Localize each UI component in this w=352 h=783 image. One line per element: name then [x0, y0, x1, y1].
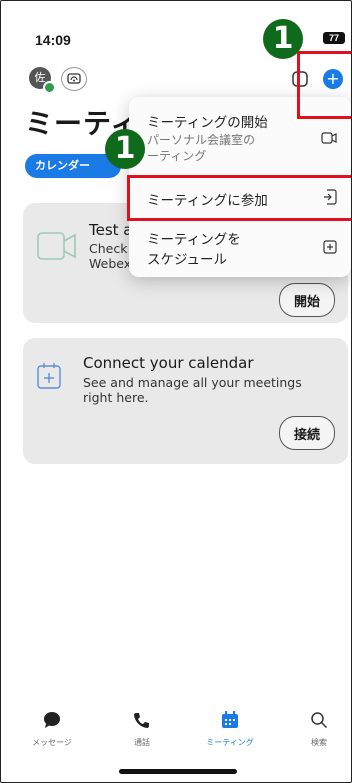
menu-item-label: スケジュール: [147, 252, 228, 268]
tab-bar: メッセージ 通話 ミーティング 検索: [1, 701, 351, 751]
connect-calendar-card: Connect your calendar See and manage all…: [23, 338, 348, 464]
home-indicator: [119, 769, 237, 774]
tab-label: 通話: [134, 738, 150, 747]
search-icon: [311, 712, 328, 729]
highlight-join-item: [127, 175, 351, 221]
add-calendar-icon: [37, 362, 61, 394]
start-button[interactable]: 開始: [279, 283, 335, 317]
card-title: Connect your calendar: [83, 354, 254, 372]
phone-icon: [134, 713, 149, 728]
step-badge: 1: [263, 19, 303, 59]
connect-button[interactable]: 接続: [279, 416, 335, 450]
menu-item-sub: パーソナル会議室の: [147, 133, 256, 147]
menu-item-sub: ーティング: [147, 149, 207, 163]
tab-search[interactable]: 検索: [284, 711, 351, 748]
card-title: Test a: [89, 221, 133, 239]
card-sub-2: right here.: [83, 390, 149, 405]
presence-dot: [43, 81, 56, 94]
calendar-add-icon: [323, 239, 337, 258]
menu-item-label: ミーティングを: [147, 232, 241, 248]
card-sub-2: Webex: [89, 256, 132, 271]
menu-item-label: ミーティングの開始: [147, 115, 268, 131]
tab-calls[interactable]: 通話: [107, 711, 177, 748]
step-badge: 1: [105, 129, 145, 169]
tab-label: メッセージ: [32, 738, 72, 747]
phone-screen: 14:09 77 佐 + ミーティ カレンダー Test a Check Web…: [0, 0, 352, 783]
video-icon: [321, 129, 337, 148]
tab-label: ミーティング: [206, 738, 254, 747]
tab-messages[interactable]: メッセージ: [17, 711, 87, 748]
tab-meetings[interactable]: ミーティング: [195, 711, 265, 748]
highlight-add-button: [297, 51, 351, 119]
battery-icon: 77: [323, 32, 345, 44]
card-sub-1: See and manage all your meetings: [83, 375, 302, 390]
card-sub-1: Check: [89, 241, 128, 256]
calendar-icon: [222, 711, 238, 728]
cast-icon: [67, 73, 81, 84]
tab-label: 検索: [311, 738, 327, 747]
status-time: 14:09: [35, 32, 71, 48]
menu-item-schedule-meeting[interactable]: ミーティングを スケジュール: [129, 221, 351, 277]
chat-bubble-icon: [44, 712, 60, 728]
cast-button[interactable]: [61, 67, 87, 91]
video-icon: [37, 229, 77, 267]
